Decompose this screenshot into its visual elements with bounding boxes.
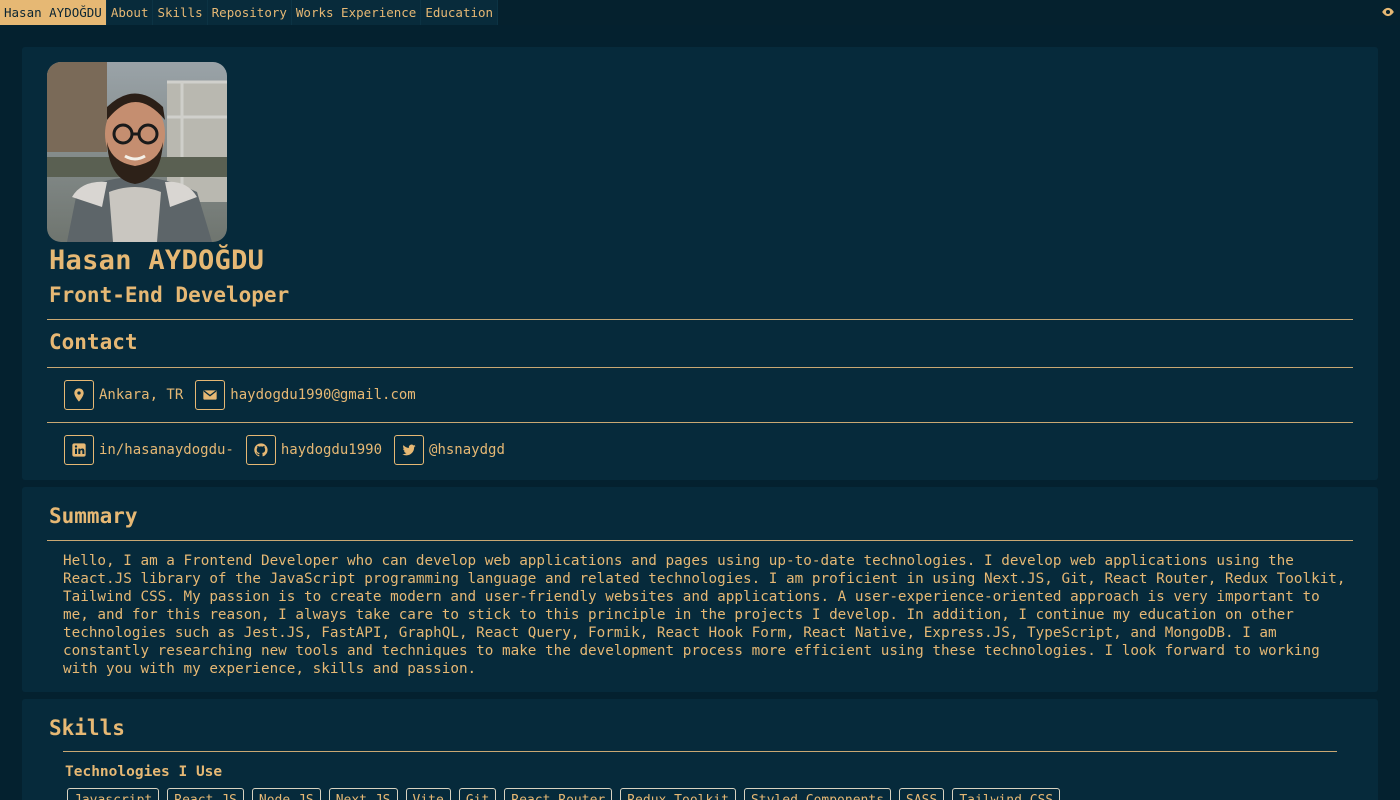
- skill-chip: SASS: [899, 788, 945, 800]
- contact-github[interactable]: haydogdu1990: [245, 435, 382, 465]
- divider: [47, 422, 1353, 423]
- eye-icon[interactable]: [1381, 5, 1395, 19]
- contact-email[interactable]: haydogdu1990@gmail.com: [195, 380, 416, 410]
- skill-chip: Tailwind CSS: [952, 788, 1061, 800]
- profile-name: Hasan AYDOĞDU: [49, 245, 265, 276]
- skills-title: Skills: [49, 716, 125, 740]
- map-pin-icon: [64, 380, 94, 410]
- contact-location: Ankara, TR: [64, 380, 183, 410]
- skill-chip: Node.JS: [251, 788, 321, 800]
- profile-photo: [47, 62, 227, 242]
- nav-item-education[interactable]: Education: [421, 0, 499, 25]
- contact-twitter[interactable]: @hsnaydgd: [394, 435, 505, 465]
- contact-linkedin[interactable]: in/hasanaydogdu-: [64, 435, 234, 465]
- nav-item-works-experience[interactable]: Works Experience: [291, 0, 422, 25]
- skill-chip: Styled Components: [743, 788, 892, 800]
- skill-chip: Git: [458, 788, 497, 800]
- skill-chip: React.JS: [167, 788, 244, 800]
- summary-title: Summary: [49, 504, 138, 528]
- technologies-subtitle: Technologies I Use: [65, 764, 223, 780]
- contact-title: Contact: [49, 330, 138, 354]
- github-link[interactable]: haydogdu1990: [281, 442, 382, 458]
- skills-card: Skills Technologies I Use Javascript Reac…: [22, 699, 1378, 800]
- twitter-icon: [394, 435, 425, 465]
- divider: [63, 751, 1337, 752]
- skill-chip-list: Javascript React.JS Node.JS Next.JS Vite Git R…: [67, 788, 1068, 800]
- linkedin-link[interactable]: in/hasanaydogdu-: [99, 442, 234, 458]
- skill-chip: Javascript: [67, 788, 160, 800]
- contact-row-primary: Ankara, TR haydogdu1990@gmail.com: [64, 380, 428, 410]
- skill-chip: Redux Toolkit: [620, 788, 736, 800]
- nav-item-repository[interactable]: Repository: [207, 0, 292, 25]
- top-nav: Hasan AYDOĞDU About Skills Repository Wo…: [0, 0, 1400, 25]
- location-label: Ankara, TR: [99, 387, 184, 403]
- summary-card: Summary Hello, I am a Frontend Developer…: [22, 487, 1378, 692]
- nav-item-skills[interactable]: Skills: [153, 0, 208, 25]
- profile-card: Hasan AYDOĞDU Front-End Developer Contac…: [22, 47, 1378, 480]
- envelope-icon: [195, 380, 226, 410]
- skill-chip: Vite: [405, 788, 451, 800]
- email-link[interactable]: haydogdu1990@gmail.com: [230, 387, 415, 403]
- profile-role: Front-End Developer: [49, 283, 290, 307]
- twitter-link[interactable]: @hsnaydgd: [429, 442, 505, 458]
- skill-chip: React Router: [504, 788, 613, 800]
- divider: [47, 540, 1353, 541]
- contact-row-social: in/hasanaydogdu- haydogdu1990 @hsnaydgd: [64, 435, 517, 465]
- divider: [47, 319, 1353, 320]
- summary-text: Hello, I am a Frontend Developer who can…: [63, 553, 1346, 677]
- divider: [47, 367, 1353, 368]
- linkedin-icon: [64, 435, 94, 465]
- nav-item-home[interactable]: Hasan AYDOĞDU: [0, 0, 107, 25]
- skill-chip: Next.JS: [328, 788, 398, 800]
- github-icon: [245, 435, 276, 465]
- nav-item-about[interactable]: About: [106, 0, 154, 25]
